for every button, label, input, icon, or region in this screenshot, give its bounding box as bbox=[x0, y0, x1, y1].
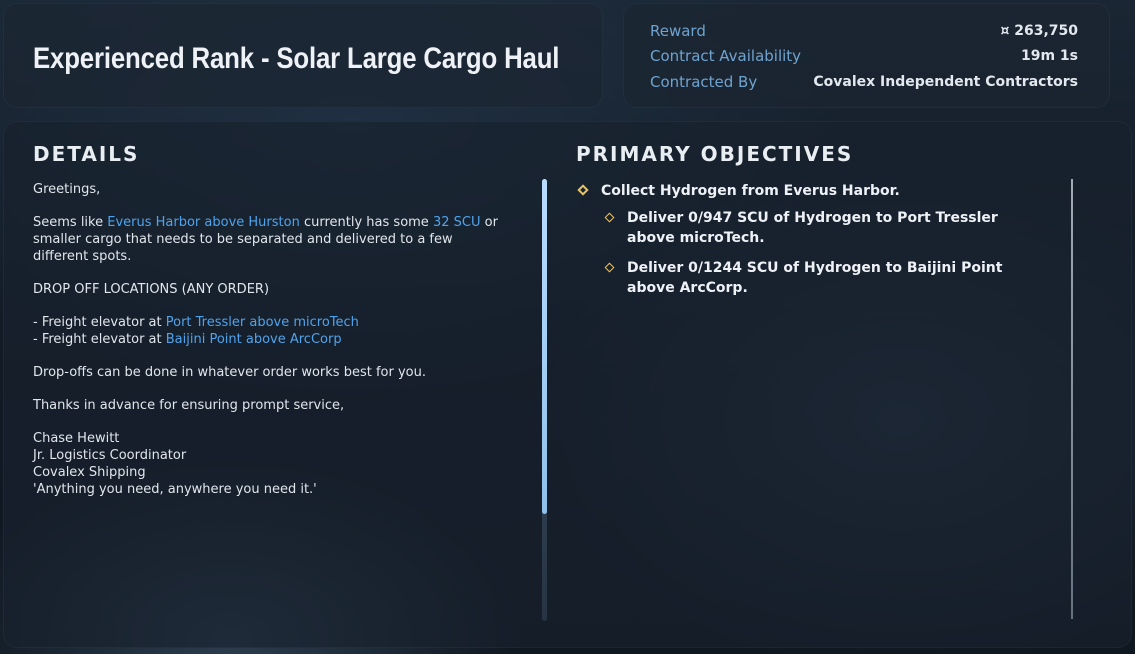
objective-item: Collect Hydrogen from Everus Harbor. bbox=[601, 181, 1041, 201]
signature-title: Jr. Logistics Coordinator bbox=[33, 448, 187, 463]
reward-value: ¤ 263,750 bbox=[1000, 23, 1078, 39]
cargo-amount-link[interactable]: 32 SCU bbox=[433, 215, 481, 230]
location-link-port-tressler[interactable]: Port Tressler above microTech bbox=[166, 315, 359, 330]
signature-name: Chase Hewitt bbox=[33, 431, 120, 446]
dropoff-location-1: - Freight elevator at Port Tressler abov… bbox=[33, 314, 503, 331]
objective-text: Collect Hydrogen from Everus Harbor. bbox=[601, 183, 900, 199]
location-prefix: - Freight elevator at bbox=[33, 332, 166, 347]
location-link-everus-harbor[interactable]: Everus Harbor above Hurston bbox=[107, 215, 300, 230]
details-paragraph: Seems like Everus Harbor above Hurston c… bbox=[33, 214, 503, 265]
location-link-baijini-point[interactable]: Baijini Point above ArcCorp bbox=[166, 332, 342, 347]
objective-subitem: Deliver 0/1244 SCU of Hydrogen to Baijin… bbox=[627, 258, 1012, 298]
page-title: Experienced Rank - Solar Large Cargo Hau… bbox=[33, 42, 560, 75]
objective-text: Deliver 0/1244 SCU of Hydrogen to Baijin… bbox=[627, 260, 1003, 296]
availability-value: 19m 1s bbox=[1020, 48, 1078, 64]
dropoff-location-2: - Freight elevator at Baijini Point abov… bbox=[33, 331, 503, 348]
dropoff-heading: DROP OFF LOCATIONS (ANY ORDER) bbox=[33, 282, 270, 297]
objective-text: Deliver 0/947 SCU of Hydrogen to Port Tr… bbox=[627, 210, 998, 246]
objectives-heading: PRIMARY OBJECTIVES bbox=[576, 142, 854, 166]
objectives-scrollbar[interactable] bbox=[1071, 179, 1073, 619]
reward-label: Reward bbox=[650, 22, 706, 40]
order-note: Drop-offs can be done in whatever order … bbox=[33, 365, 426, 380]
objective-subitem: Deliver 0/947 SCU of Hydrogen to Port Tr… bbox=[627, 208, 1012, 248]
thanks-line: Thanks in advance for ensuring prompt se… bbox=[33, 398, 345, 413]
contracted-by-value: Covalex Independent Contractors bbox=[813, 74, 1078, 90]
contract-screen: Experienced Rank - Solar Large Cargo Hau… bbox=[0, 0, 1135, 654]
signature-company: Covalex Shipping bbox=[33, 465, 146, 480]
details-scrollbar-thumb[interactable] bbox=[542, 179, 547, 514]
greeting: Greetings, bbox=[33, 182, 101, 197]
text-segment: currently has some bbox=[299, 215, 433, 230]
location-prefix: - Freight elevator at bbox=[33, 315, 166, 330]
availability-label: Contract Availability bbox=[650, 47, 802, 65]
signature-motto: 'Anything you need, anywhere you need it… bbox=[33, 482, 317, 497]
details-body[interactable]: Greetings, Seems like Everus Harbor abov… bbox=[33, 181, 503, 498]
contracted-by-label: Contracted By bbox=[650, 73, 758, 91]
details-scrollbar[interactable] bbox=[542, 179, 547, 621]
text-segment: Seems like bbox=[33, 215, 108, 230]
details-heading: DETAILS bbox=[33, 142, 140, 166]
